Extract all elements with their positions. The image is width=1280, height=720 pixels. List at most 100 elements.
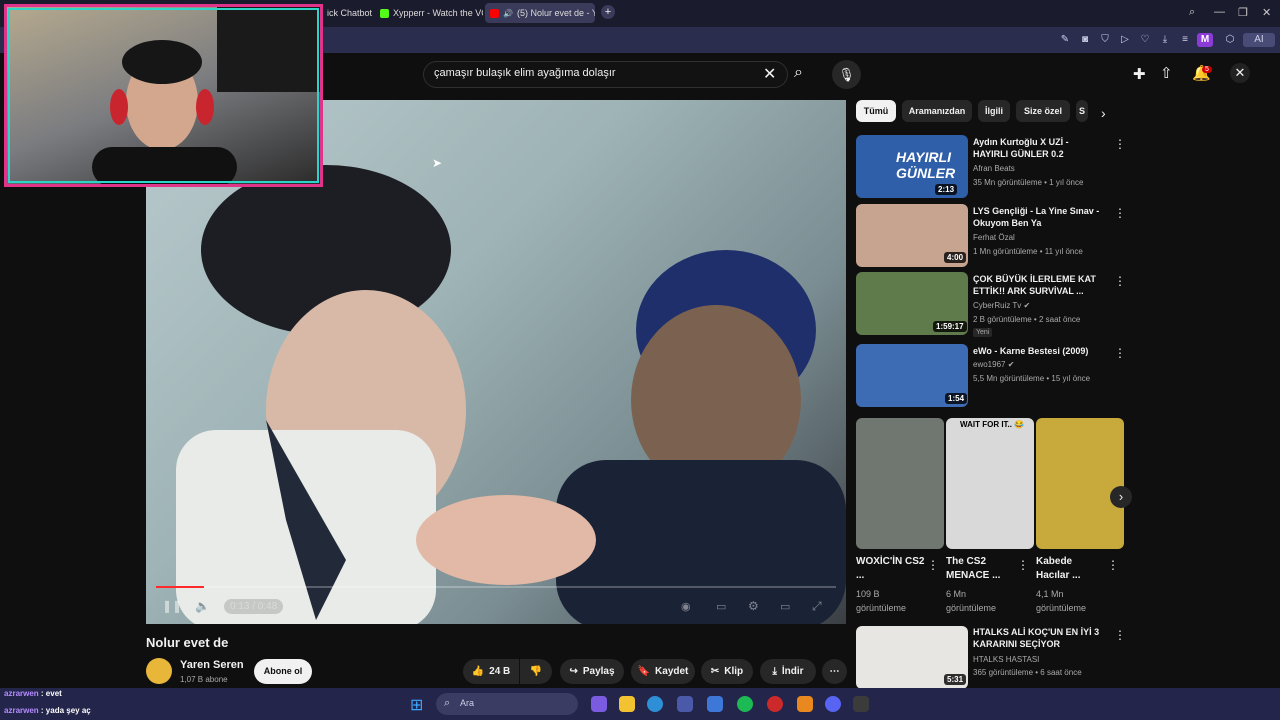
related-title[interactable]: ÇOK BÜYÜK İLERLEME KAT ETTİK!! ARK SURVİ…: [973, 273, 1105, 297]
chevron-right-icon[interactable]: ›: [1101, 105, 1106, 121]
download-icon[interactable]: ⤓: [1158, 33, 1172, 47]
more-options-icon[interactable]: ⋮: [1114, 274, 1126, 288]
more-options-icon[interactable]: ⋮: [1114, 137, 1126, 151]
thumbs-down-icon: 👎: [529, 666, 543, 677]
search-tabs-icon[interactable]: ⌕: [1189, 6, 1195, 19]
windows-start-icon[interactable]: ⊞: [410, 695, 423, 715]
close-window-icon[interactable]: ✕: [1262, 6, 1271, 19]
video-progress-track[interactable]: [156, 586, 836, 588]
search-input[interactable]: çamaşır bulaşık elim ayağıma dolaşır: [434, 67, 616, 79]
calculator-icon[interactable]: [677, 696, 693, 712]
edit-icon[interactable]: ✎: [1058, 33, 1072, 47]
tab-xypperr-vod[interactable]: Xypperr - Watch the VOD: [375, 3, 483, 23]
short-thumbnail[interactable]: [856, 418, 944, 549]
more-options-icon[interactable]: ⋮: [927, 558, 939, 572]
short-views: 109 B görüntüleme: [856, 589, 907, 613]
upload-icon[interactable]: ⇧: [1160, 64, 1173, 82]
duration-badge: 4:00: [944, 252, 967, 263]
new-tab-button[interactable]: +: [601, 5, 615, 19]
related-title[interactable]: HTALKS ALİ KOÇ'UN EN İYİ 3 KARARINI SEÇİ…: [973, 626, 1105, 650]
minimize-icon[interactable]: —: [1214, 6, 1225, 18]
dislike-button[interactable]: 👎: [520, 659, 552, 684]
microphone-icon[interactable]: 🎙: [832, 60, 861, 89]
chip-all[interactable]: Tümü: [856, 100, 896, 122]
mail-icon[interactable]: [707, 696, 723, 712]
related-channel[interactable]: HTALKS HASTASI: [973, 655, 1039, 664]
shorts-next-button[interactable]: ›: [1110, 486, 1132, 508]
chip-partial[interactable]: S: [1076, 100, 1088, 122]
autoplay-icon[interactable]: ◉: [681, 600, 691, 613]
app-icon[interactable]: [797, 696, 813, 712]
clip-button[interactable]: ✂ Klip: [701, 659, 753, 684]
more-options-icon[interactable]: ⋮: [1107, 558, 1119, 572]
subscribe-button[interactable]: Abone ol: [254, 659, 312, 684]
related-title[interactable]: LYS Gençliği - La Yine Sınav - Okuyom Be…: [973, 205, 1105, 229]
clear-search-icon[interactable]: ✕: [763, 64, 776, 84]
share-icon: ↪: [569, 666, 578, 677]
heart-icon[interactable]: ♡: [1138, 33, 1152, 47]
profile-avatar[interactable]: M: [1197, 33, 1213, 47]
account-avatar[interactable]: ✕: [1230, 63, 1250, 83]
chip-for-you[interactable]: Size özel: [1016, 100, 1070, 122]
related-title[interactable]: Aydın Kurtoğlu X UZİ - HAYIRLI GÜNLER 0.…: [973, 136, 1105, 160]
camera-icon[interactable]: ◙: [1078, 33, 1092, 47]
video-title: Nolur evet de: [146, 635, 229, 650]
duration-badge: 1:54: [945, 393, 968, 404]
mouse-cursor-icon: ➤: [432, 156, 443, 170]
short-thumbnail[interactable]: [1036, 418, 1124, 549]
discord-icon[interactable]: [825, 696, 841, 712]
widgets-icon[interactable]: [591, 696, 607, 712]
theater-mode-icon[interactable]: ▭: [780, 600, 790, 613]
menu-icon[interactable]: ≡: [1178, 33, 1192, 47]
like-button[interactable]: 👍 24 B: [463, 659, 519, 684]
duration-badge: 5:31: [944, 674, 967, 685]
short-thumbnail[interactable]: WAIT FOR IT.. 😂: [946, 418, 1034, 549]
file-explorer-icon[interactable]: [619, 696, 635, 712]
subtitles-icon[interactable]: ▭: [716, 600, 726, 613]
edge-icon[interactable]: [647, 696, 663, 712]
tab-kick-chatbot[interactable]: ick Chatbot: [322, 3, 372, 23]
maximize-icon[interactable]: ❐: [1238, 6, 1248, 19]
more-options-icon[interactable]: ⋮: [1017, 558, 1029, 572]
thumbs-up-icon: 👍: [471, 666, 485, 677]
short-title[interactable]: The CS2 MENACE ...: [946, 555, 1016, 583]
short-title[interactable]: Kabede Hacılar ...: [1036, 555, 1106, 583]
share-label: Paylaş: [582, 666, 615, 677]
ai-button[interactable]: AI: [1243, 33, 1275, 47]
shield-icon[interactable]: ⛉: [1098, 33, 1112, 47]
taskbar-search[interactable]: ⌕ Ara: [436, 693, 578, 715]
channel-name[interactable]: Yaren Seren: [180, 659, 244, 671]
search-icon[interactable]: ⌕: [794, 64, 803, 82]
verified-icon: ✔: [1007, 360, 1015, 369]
related-channel[interactable]: Afran Beats: [973, 164, 1015, 173]
share-button[interactable]: ↪ Paylaş: [560, 659, 624, 684]
tab-youtube-active[interactable]: 🔊 (5) Nolur evet de - Yo: [485, 3, 595, 23]
spotify-icon[interactable]: [737, 696, 753, 712]
chip-from-search[interactable]: Aramanızdan: [902, 100, 972, 122]
related-title[interactable]: eWo - Karne Bestesi (2009): [973, 345, 1105, 357]
opera-icon[interactable]: [767, 696, 783, 712]
obs-icon[interactable]: [853, 696, 869, 712]
create-icon[interactable]: ✚: [1133, 65, 1146, 83]
settings-icon[interactable]: ⚙: [748, 599, 759, 613]
chat-text: : yada şey aç: [40, 706, 91, 715]
more-options-icon[interactable]: ⋮: [1114, 206, 1126, 220]
more-actions-button[interactable]: ⋯: [822, 659, 847, 684]
related-channel[interactable]: ewo1967 ✔: [973, 360, 1014, 369]
extensions-icon[interactable]: ⬡: [1223, 33, 1237, 47]
related-channel[interactable]: CyberRuiz Tv ✔: [973, 301, 1030, 310]
more-options-icon[interactable]: ⋮: [1114, 628, 1126, 642]
short-views: 6 Mn görüntüleme: [946, 589, 997, 613]
download-button[interactable]: ⤓ İndir: [760, 659, 816, 684]
short-title[interactable]: WOXİC'İN CS2 ...: [856, 555, 926, 583]
volume-icon[interactable]: 🔈: [195, 599, 210, 613]
more-options-icon[interactable]: ⋮: [1114, 346, 1126, 360]
channel-avatar[interactable]: [146, 658, 172, 684]
play-icon[interactable]: ▷: [1118, 33, 1132, 47]
pause-icon[interactable]: ❚❚: [162, 599, 182, 613]
fullscreen-icon[interactable]: ⤢: [812, 599, 822, 614]
chip-related[interactable]: İlgili: [978, 100, 1010, 122]
related-meta: 365 görüntüleme • 6 saat önce: [973, 668, 1082, 677]
related-channel[interactable]: Ferhat Özal: [973, 233, 1015, 242]
save-button[interactable]: 🔖 Kaydet: [631, 659, 695, 684]
